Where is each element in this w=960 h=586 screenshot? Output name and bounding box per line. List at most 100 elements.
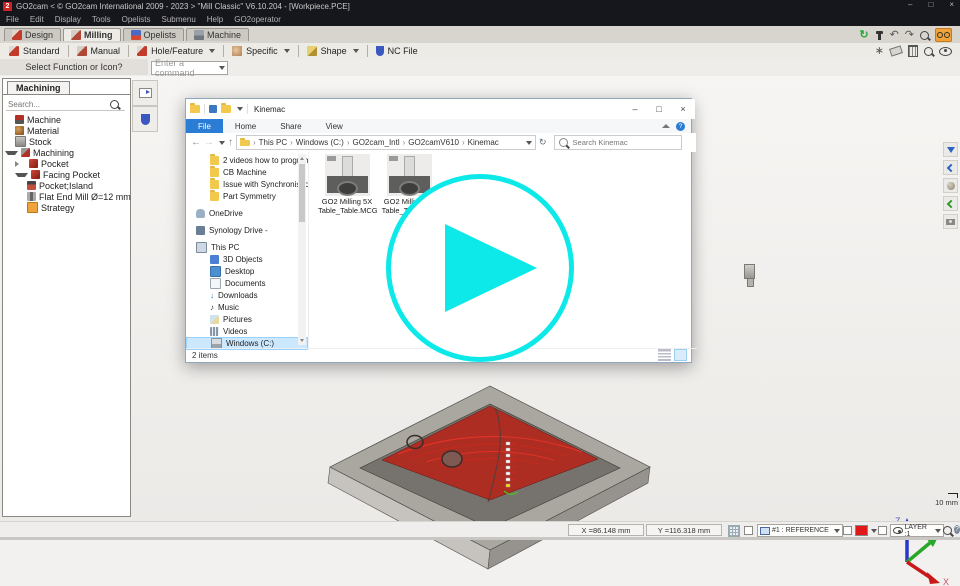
undo-icon[interactable]: ↶: [890, 30, 899, 41]
layer-checkbox[interactable]: [878, 526, 887, 535]
hole-feature-button[interactable]: Hole/Feature: [131, 46, 221, 56]
shape-button[interactable]: Shape: [301, 46, 365, 56]
reference-checkbox[interactable]: [744, 526, 753, 535]
nav-item-pictures[interactable]: Pictures: [186, 313, 308, 325]
redo-icon[interactable]: ↷: [905, 30, 914, 41]
nav-item-videos-folder[interactable]: 2 videos how to program a 3X Deb: [186, 154, 308, 166]
expand-open-icon[interactable]: [15, 173, 28, 177]
explorer-tab-file[interactable]: File: [186, 119, 223, 133]
grid-toggle-icon[interactable]: [728, 525, 740, 537]
nav-item-videos[interactable]: Videos: [186, 325, 308, 337]
crumb-go2cam-intl[interactable]: GO2cam_Intl: [352, 138, 399, 147]
regen-icon[interactable]: ↻: [859, 30, 868, 41]
thumbnail-view-icon[interactable]: [674, 349, 687, 361]
crumb-kinemac[interactable]: Kinemac: [468, 138, 499, 147]
command-combo-caret-icon[interactable]: [219, 66, 225, 70]
video-play-overlay[interactable]: [386, 174, 574, 362]
current-color-swatch[interactable]: [855, 525, 868, 536]
tree-item-strategy[interactable]: Strategy: [27, 202, 128, 213]
quick-access-caret-icon[interactable]: [237, 107, 243, 111]
layer-zoom-icon[interactable]: [943, 526, 952, 535]
tab-design[interactable]: Design: [4, 28, 61, 41]
refresh-icon[interactable]: ↻: [539, 137, 547, 148]
zoom-window-icon[interactable]: [924, 47, 933, 56]
nav-item-documents[interactable]: Documents: [186, 277, 308, 289]
nav-item-downloads[interactable]: ↓Downloads: [186, 289, 308, 301]
collapse-green-icon[interactable]: [943, 196, 958, 211]
shaded-view-icon[interactable]: [943, 178, 958, 193]
ribbon-collapse-icon[interactable]: [662, 124, 670, 128]
explorer-titlebar[interactable]: Kinemac – □ ×: [186, 99, 695, 119]
zoom-icon[interactable]: [920, 31, 929, 40]
app-minimize-button[interactable]: –: [908, 0, 912, 9]
stamp-icon[interactable]: [875, 31, 884, 40]
camera-icon[interactable]: [943, 214, 958, 229]
menu-item-file[interactable]: File: [6, 15, 19, 24]
machining-panel-tab[interactable]: Machining: [7, 81, 70, 95]
standard-button[interactable]: Standard: [3, 46, 66, 56]
command-combo[interactable]: Enter a command: [151, 61, 228, 75]
reference-selector[interactable]: #1 : REFERENCE: [757, 524, 843, 537]
eraser-icon[interactable]: [889, 45, 903, 56]
new-folder-icon[interactable]: [221, 105, 231, 113]
tree-item-pocket-island[interactable]: Pocket;Island: [27, 180, 128, 191]
protection-button[interactable]: [132, 106, 158, 132]
menu-item-edit[interactable]: Edit: [30, 15, 44, 24]
nav-item-desktop[interactable]: Desktop: [186, 265, 308, 277]
nav-item-part-symmetry[interactable]: Part Symmetry: [186, 190, 308, 202]
file-tile-mcg[interactable]: GO2 Milling 5X Table_Table.MCG: [318, 154, 376, 215]
explorer-help-icon[interactable]: ?: [676, 122, 685, 131]
crumb-this-pc[interactable]: This PC: [259, 138, 287, 147]
menu-item-tools[interactable]: Tools: [92, 15, 111, 24]
workplan-flag-button[interactable]: [132, 80, 158, 106]
trash-icon[interactable]: [908, 45, 918, 57]
explorer-close-button[interactable]: ×: [671, 99, 695, 119]
glasses-icon[interactable]: [935, 28, 952, 42]
tree-item-machining[interactable]: Machining: [5, 147, 128, 158]
nav-item-onedrive[interactable]: OneDrive: [186, 207, 308, 219]
explorer-tab-view[interactable]: View: [314, 119, 355, 133]
explorer-tab-home[interactable]: Home: [223, 119, 268, 133]
collapse-blue-icon[interactable]: [943, 160, 958, 175]
back-icon[interactable]: ←: [191, 137, 201, 148]
spray-icon[interactable]: ∗: [875, 46, 884, 57]
explorer-search-input[interactable]: [571, 137, 670, 148]
menu-item-help[interactable]: Help: [207, 15, 223, 24]
tab-machine[interactable]: Machine: [186, 28, 249, 41]
crumb-windows-c[interactable]: Windows (C:): [296, 138, 344, 147]
filter-icon[interactable]: [943, 142, 958, 157]
nav-item-cb-machine[interactable]: CB Machine: [186, 166, 308, 178]
details-view-icon[interactable]: [658, 349, 671, 361]
menu-item-go2operator[interactable]: GO2operator: [234, 15, 281, 24]
nav-item-synchronised-tools[interactable]: Issue with Synchronised Tools: [186, 178, 308, 190]
tree-item-stock[interactable]: Stock: [5, 136, 128, 147]
crumb-go2camv610[interactable]: GO2camV610: [408, 138, 459, 147]
tab-milling[interactable]: Milling: [63, 28, 121, 41]
manual-button[interactable]: Manual: [71, 46, 127, 56]
tree-search-input[interactable]: [6, 99, 110, 110]
address-caret-icon[interactable]: [526, 141, 532, 145]
explorer-maximize-button[interactable]: □: [647, 99, 671, 119]
app-maximize-button[interactable]: □: [928, 0, 933, 9]
specific-button[interactable]: Specific: [226, 46, 296, 56]
nav-item-this-pc[interactable]: This PC: [186, 241, 308, 253]
color-checkbox[interactable]: [843, 526, 852, 535]
menu-item-submenu[interactable]: Submenu: [162, 15, 196, 24]
nc-file-button[interactable]: NC File: [370, 46, 424, 56]
explorer-tab-share[interactable]: Share: [268, 119, 313, 133]
properties-icon[interactable]: [209, 105, 217, 113]
visibility-icon[interactable]: [939, 47, 952, 56]
history-caret-icon[interactable]: [219, 141, 225, 145]
color-caret-icon[interactable]: [871, 529, 877, 533]
tree-item-end-mill[interactable]: Flat End Mill Ø=12 mm: [27, 191, 128, 202]
explorer-minimize-button[interactable]: –: [623, 99, 647, 119]
expand-closed-icon[interactable]: [15, 161, 26, 167]
nav-item-synology-drive[interactable]: Synology Drive -: [186, 224, 308, 236]
expand-open-icon[interactable]: [5, 151, 18, 155]
menu-item-opelists[interactable]: Opelists: [122, 15, 151, 24]
app-close-button[interactable]: ×: [949, 0, 954, 9]
tab-opelists[interactable]: Opelists: [123, 28, 185, 41]
up-icon[interactable]: ↑: [228, 137, 233, 148]
help-icon[interactable]: ?: [954, 525, 960, 534]
tree-item-material[interactable]: Material: [5, 125, 128, 136]
